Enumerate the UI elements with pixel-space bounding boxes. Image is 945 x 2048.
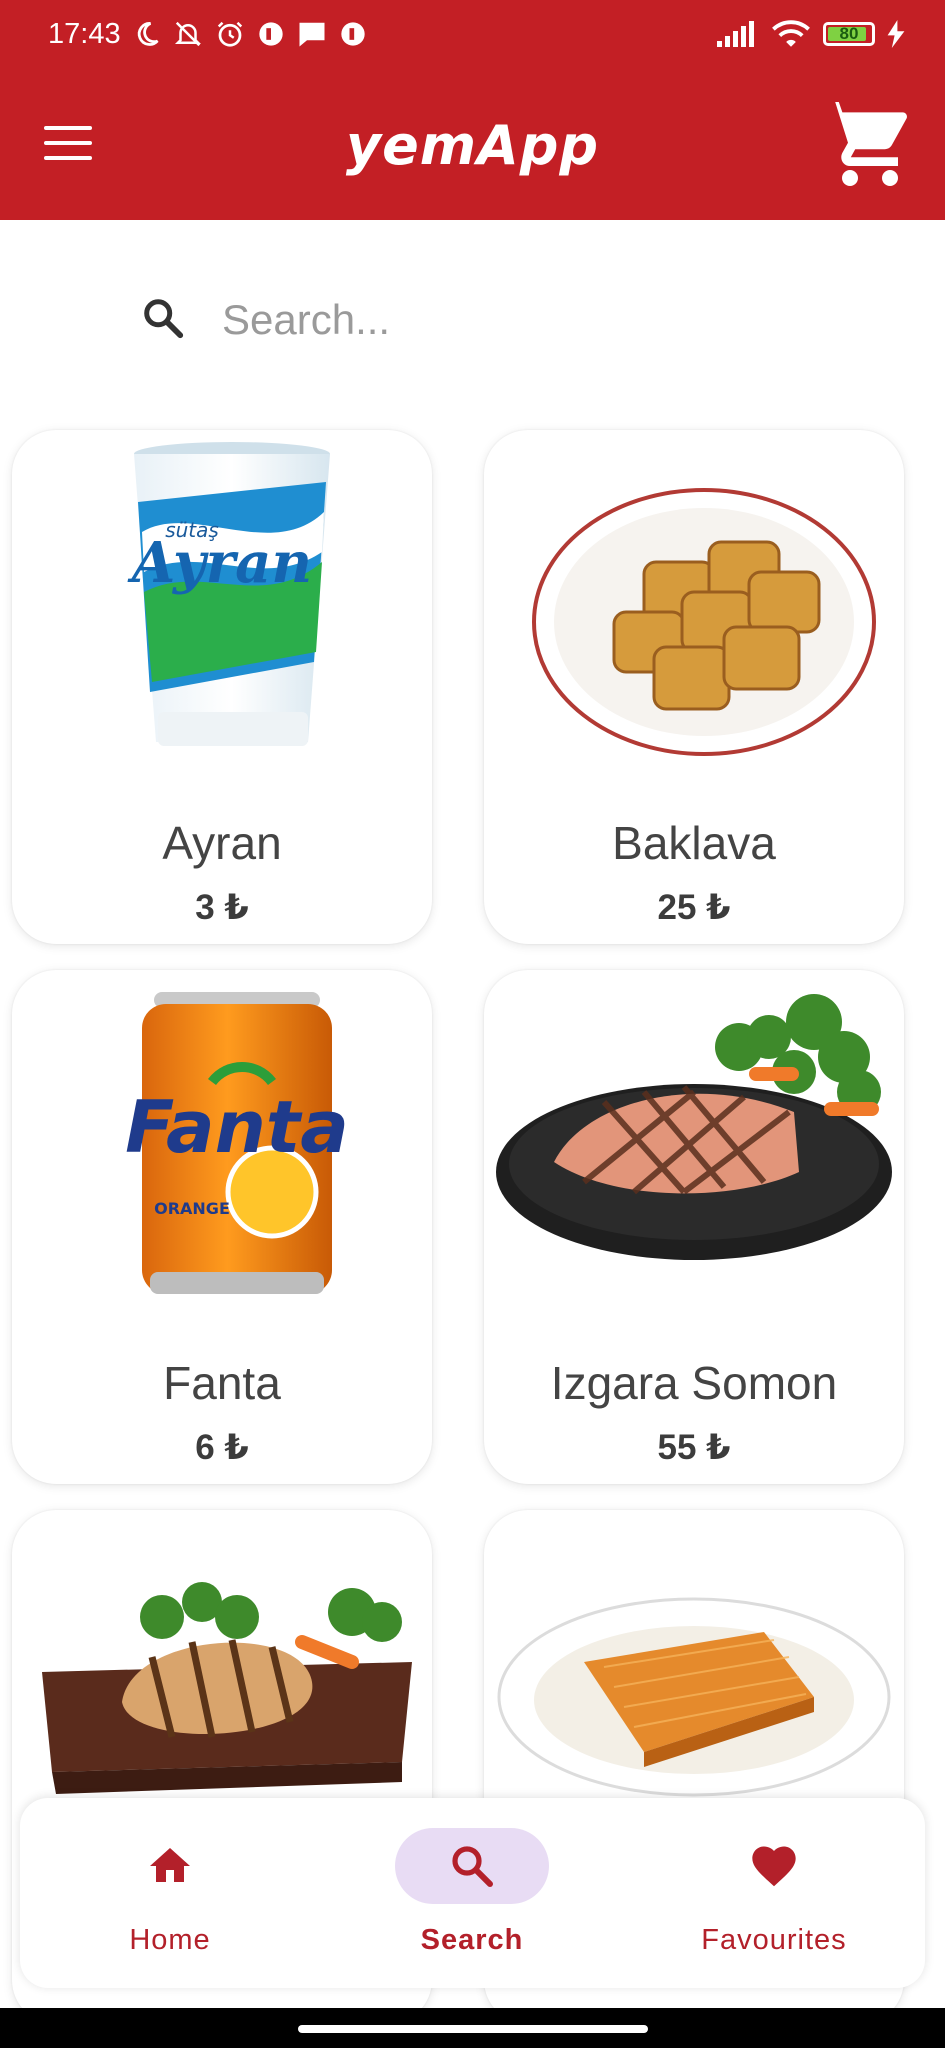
alarm-icon bbox=[215, 19, 245, 49]
moon-icon bbox=[133, 20, 161, 48]
product-price: 6 ₺ bbox=[195, 1428, 249, 1467]
home-gesture-bar[interactable] bbox=[298, 2025, 648, 2033]
fanta-can-image: Fanta ORANGE bbox=[125, 992, 349, 1294]
product-price: 55 ₺ bbox=[657, 1428, 731, 1467]
product-price: 25 ₺ bbox=[657, 888, 731, 927]
nav-search-label: Search bbox=[420, 1924, 524, 1956]
notifications-off-icon bbox=[173, 19, 203, 49]
battery-level: 80 bbox=[839, 24, 859, 43]
gesture-navigation-area bbox=[0, 2008, 945, 2048]
wifi-icon bbox=[771, 18, 811, 50]
svg-text:ORANGE: ORANGE bbox=[154, 1199, 230, 1218]
nav-home[interactable]: Home bbox=[20, 1798, 320, 1988]
app-title: yemApp bbox=[345, 114, 600, 177]
ayran-cup-image: Ayran sütaş bbox=[127, 442, 330, 746]
kunefe-plate-image bbox=[497, 1597, 891, 1797]
search-icon bbox=[452, 1846, 493, 1887]
status-time: 17:43 bbox=[48, 17, 121, 50]
app-notification-icon bbox=[339, 20, 367, 48]
grilled-chicken-image bbox=[42, 1582, 412, 1794]
search-icon bbox=[140, 295, 186, 346]
status-bar: 17:43 80 bbox=[0, 0, 945, 68]
svg-text:sütaş: sütaş bbox=[165, 518, 219, 542]
product-card-ayran[interactable]: Ayran sütaş Ayran 3 ₺ bbox=[12, 430, 432, 944]
home-icon bbox=[150, 1848, 190, 1882]
message-icon bbox=[297, 20, 327, 48]
app-bar: yemApp bbox=[0, 68, 945, 220]
svg-text:Fanta: Fanta bbox=[125, 1085, 349, 1169]
baklava-plate-image bbox=[532, 488, 876, 756]
search-input[interactable] bbox=[220, 295, 784, 345]
product-price: 3 ₺ bbox=[195, 888, 249, 927]
search-bar[interactable] bbox=[140, 280, 840, 360]
nav-favourites[interactable]: Favourites bbox=[624, 1798, 924, 1988]
nav-home-label: Home bbox=[129, 1924, 211, 1956]
nav-search[interactable]: Search bbox=[322, 1798, 622, 1988]
bottom-navigation: Home Search Favourites bbox=[20, 1798, 925, 1988]
product-card-izgara-somon[interactable]: Izgara Somon 55 ₺ bbox=[484, 970, 904, 1484]
product-name: Izgara Somon bbox=[550, 1357, 838, 1409]
svg-text:Ayran: Ayran bbox=[127, 530, 312, 596]
charging-icon bbox=[887, 20, 905, 48]
product-card-fanta[interactable]: Fanta ORANGE Fanta 6 ₺ bbox=[12, 970, 432, 1484]
product-name: Fanta bbox=[163, 1357, 281, 1409]
status-bar-left: 17:43 bbox=[48, 18, 367, 51]
grilled-salmon-image bbox=[496, 994, 892, 1260]
cart-button[interactable] bbox=[818, 94, 914, 190]
heart-icon bbox=[752, 1846, 796, 1887]
signal-icon bbox=[717, 21, 759, 47]
app-notification-icon bbox=[257, 20, 285, 48]
nav-favourites-label: Favourites bbox=[701, 1924, 847, 1956]
product-card-baklava[interactable]: Baklava 25 ₺ bbox=[484, 430, 904, 944]
product-name: Baklava bbox=[612, 817, 776, 869]
product-name: Ayran bbox=[162, 817, 282, 869]
battery-icon: 80 bbox=[823, 22, 875, 46]
status-bar-right: 80 bbox=[717, 18, 905, 50]
shopping-cart-icon bbox=[822, 102, 907, 186]
